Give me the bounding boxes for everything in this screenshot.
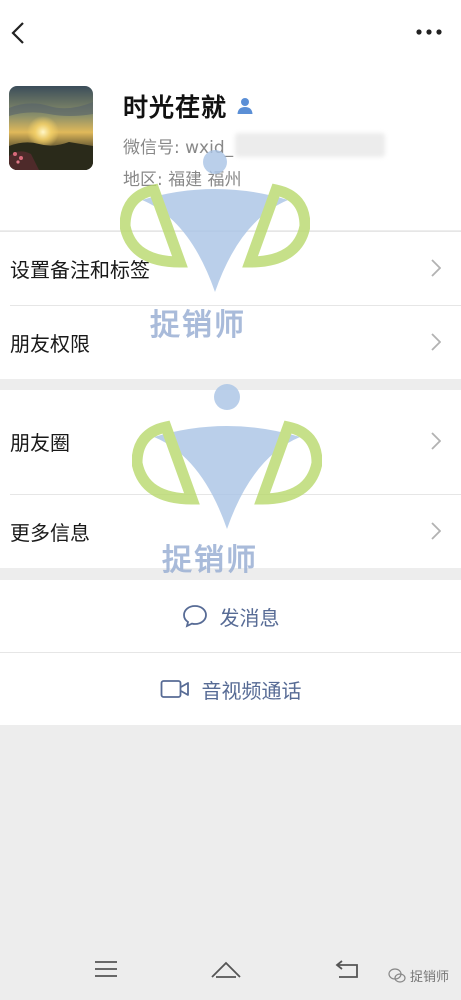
more-dots-icon [416,29,442,35]
chevron-right-icon [431,259,441,277]
region-row: 地区: 福建 福州 [123,164,242,190]
nav-menu-button[interactable] [86,952,126,986]
wechat-icon [388,967,406,983]
wechat-id-row: 微信号: wxid_ [123,132,386,158]
menu-item-moments[interactable]: 朋友圈 [0,404,461,478]
send-message-label: 发消息 [219,605,280,630]
nav-back-button[interactable] [328,952,368,986]
video-camera-icon [160,679,190,699]
video-call-button[interactable]: 音视频通话 [0,653,461,725]
chevron-right-icon [431,522,441,540]
nav-home-button[interactable] [206,952,246,986]
top-bar [0,0,461,66]
menu-item-label: 朋友圈 [10,430,70,455]
menu-item-friend-permissions[interactable]: 朋友权限 [0,305,461,379]
profile-name: 时光荏就 [123,93,228,122]
chevron-right-icon [431,432,441,450]
video-call-label: 音视频通话 [201,678,302,703]
menu-icon [95,961,117,977]
return-icon [335,960,358,978]
menu-item-remarks-tags[interactable]: 设置备注和标签 [0,231,461,305]
menu-item-label: 更多信息 [10,520,90,545]
menu-group-settings: 设置备注和标签 朋友权限 [0,231,461,379]
home-icon [211,961,241,978]
more-button[interactable] [411,14,447,50]
avatar-image [9,86,93,170]
chevron-left-icon [11,22,24,44]
menu-item-label: 朋友权限 [10,331,90,356]
menu-item-label: 设置备注和标签 [10,257,150,282]
back-button[interactable] [0,12,36,54]
chat-bubble-icon [182,604,208,628]
footer-watermark: 捉销师 [388,966,449,985]
avatar[interactable] [9,86,93,170]
wechat-id-label: 微信号: wxid_ [123,137,234,158]
menu-item-more-info[interactable]: 更多信息 [0,494,461,568]
send-message-button[interactable]: 发消息 [0,580,461,652]
chevron-right-icon [431,333,441,351]
profile-card: 时光荏就 微信号: wxid_ 地区: 福建 福州 [0,66,461,230]
region-label: 地区: 福建 福州 [123,169,242,190]
person-icon [236,97,254,115]
redacted-id [235,133,386,157]
menu-group-moments: 朋友圈 更多信息 [0,390,461,568]
footer-watermark-text: 捉销师 [409,970,449,985]
name-row: 时光荏就 [123,88,254,124]
